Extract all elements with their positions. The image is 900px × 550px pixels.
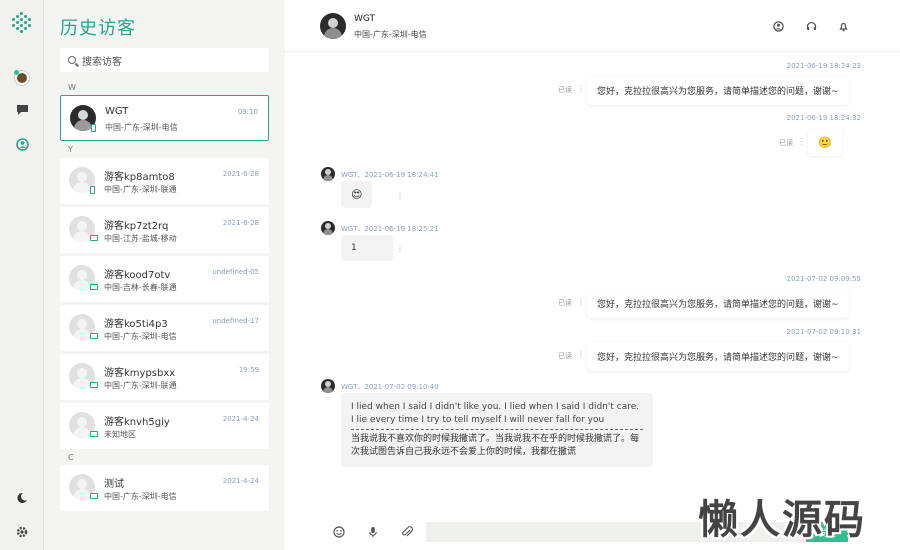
visitor-location: 中国-广东-深圳-电信 — [104, 492, 177, 501]
desktop-icon — [90, 235, 98, 241]
user-avatar[interactable] — [12, 68, 32, 88]
attachment-icon[interactable] — [400, 525, 414, 539]
message-sender: WGT、2021-07-02 09:10:40 — [341, 383, 439, 391]
read-status: 已读 — [558, 86, 572, 94]
group-letter: C — [68, 453, 74, 462]
visitor-name: 游客knvh5giy — [104, 417, 170, 428]
visitor-location: 中国-广东-深圳-联通 — [104, 381, 177, 390]
read-status: 已读 — [558, 299, 572, 307]
chat-visitor-location: 中国-广东-深圳-电信 — [354, 30, 427, 39]
visitor-name: 游客ko5ti4p3 — [104, 319, 168, 330]
visitor-name: 游客kp7zt2rq — [104, 221, 169, 232]
message-timestamp: 2021-06-19 18:24:32 — [786, 114, 861, 122]
visitor-location: 中国-广东-深圳-联通 — [104, 185, 177, 194]
visitor-time: 09:10 — [237, 108, 258, 116]
left-rail — [0, 0, 44, 550]
visitor-location: 中国-吉林-长春-联通 — [104, 283, 177, 292]
avatar — [321, 221, 335, 235]
message-bubble: 🙂 — [808, 129, 842, 156]
message-text-cn: 当我说我不喜欢你的时候我撒谎了。当我说我不在乎的时候我撒谎了。每次我试图告诉自己… — [351, 434, 640, 457]
visitor-panel: 历史访客 搜索访客 W WGT 中国-广东-深圳-电信 09:10 Y 游客kp… — [44, 0, 285, 550]
avatar — [321, 167, 335, 181]
desktop-icon — [90, 284, 98, 290]
watermark-logo: 懒人源码 — [698, 497, 866, 543]
headset-icon[interactable] — [805, 20, 817, 32]
message-bubble: 您好，克拉拉很高兴为您服务，请简单描述您的问题，谢谢~ — [587, 289, 849, 318]
phone-icon — [90, 186, 95, 194]
desktop-icon — [90, 431, 98, 437]
avatar — [320, 13, 346, 39]
phone-icon — [91, 124, 96, 132]
search-icon — [68, 56, 76, 64]
visitor-card[interactable]: 游客kood7otv 中国-吉林-长春-联通 undefined-05 — [60, 256, 269, 302]
chat-area: WGT 中国-广东-深圳-电信 2021-06-19 18:24:23 已读 ⋮… — [285, 0, 900, 550]
chat-icon[interactable] — [12, 100, 32, 120]
more-icon[interactable]: ⋮ — [577, 297, 585, 306]
visitor-card[interactable]: 游客kp7zt2rq 中国-江苏-盐城-移动 2021-6-28 — [60, 207, 269, 253]
message-bubble: 您好，克拉拉很高兴为您服务，请简单描述您的问题，谢谢~ — [587, 76, 849, 105]
visitor-card[interactable]: 游客kmypsbxx 中国-广东-深圳-联通 19:59 — [60, 354, 269, 400]
visitor-location: 未知地区 — [104, 430, 136, 439]
visitor-time: 2021-4-24 — [222, 415, 259, 423]
dark-mode-icon[interactable] — [12, 488, 32, 508]
message-bubble: 😍 — [341, 181, 373, 208]
settings-icon[interactable] — [12, 522, 32, 542]
visitor-time: 2021-6-28 — [222, 219, 259, 227]
message-bubble: 1 — [341, 235, 393, 261]
group-letter: W — [68, 83, 76, 92]
avatar — [321, 379, 335, 393]
group-letter: Y — [68, 145, 73, 154]
bell-icon[interactable] — [837, 20, 849, 32]
visitor-history-icon[interactable] — [12, 134, 32, 154]
emoji-icon[interactable] — [332, 525, 346, 539]
visitor-name: 游客kp8amto8 — [104, 172, 175, 183]
visitor-time: undefined-05 — [212, 268, 259, 276]
visitor-card[interactable]: 游客knvh5giy 未知地区 2021-4-24 — [60, 403, 269, 449]
visitor-time: 2021-6-28 — [222, 170, 259, 178]
microphone-icon[interactable] — [366, 525, 380, 539]
user-info-icon[interactable] — [772, 20, 784, 32]
message-bubble: I lied when I said I didn't like you. I … — [341, 393, 653, 467]
message-timestamp: 2021-06-19 18:24:23 — [786, 62, 861, 70]
search-placeholder: 搜索访客 — [82, 56, 122, 68]
visitor-card[interactable]: WGT 中国-广东-深圳-电信 09:10 — [60, 95, 269, 141]
read-status: 已读 — [558, 352, 572, 360]
visitor-location: 中国-广东-深圳-电信 — [105, 123, 178, 132]
read-status: 已读 — [779, 139, 793, 147]
more-icon[interactable]: ⋮ — [577, 84, 585, 93]
visitor-card[interactable]: 测试 中国-广东-深圳-电信 2021-4-24 — [60, 465, 269, 511]
visitor-name: 游客kmypsbxx — [104, 368, 176, 379]
page-title: 历史访客 — [60, 18, 136, 39]
search-input[interactable]: 搜索访客 — [60, 48, 269, 72]
visitor-card[interactable]: 游客kp8amto8 中国-广东-深圳-联通 2021-6-28 — [60, 158, 269, 204]
visitor-time: 19:59 — [238, 366, 259, 374]
visitor-location: 中国-江苏-盐城-移动 — [104, 234, 177, 243]
desktop-icon — [90, 493, 98, 499]
message-text-en: I lied when I said I didn't like you. I … — [351, 401, 643, 430]
visitor-name: 游客kood7otv — [104, 270, 171, 281]
visitor-time: 2021-4-24 — [222, 477, 259, 485]
app-logo-icon — [12, 12, 32, 33]
visitor-location: 中国-广东-深圳-电信 — [104, 332, 177, 341]
more-icon[interactable]: ⋮ — [396, 191, 404, 200]
visitor-time: undefined-17 — [212, 317, 259, 325]
visitor-name: WGT — [105, 106, 129, 117]
more-icon[interactable]: ⋮ — [396, 244, 404, 253]
message-timestamp: 2021-07-02 09:09:55 — [786, 275, 861, 283]
more-icon[interactable]: ⋮ — [577, 350, 585, 359]
message-sender: WGT、2021-06-19 18:24:41 — [341, 171, 439, 179]
message-sender: WGT、2021-06-19 18:25:21 — [341, 225, 439, 233]
desktop-icon — [90, 333, 98, 339]
desktop-icon — [90, 382, 98, 388]
chat-header: WGT 中国-广东-深圳-电信 — [285, 0, 900, 52]
message-bubble: 您好，克拉拉很高兴为您服务，请简单描述您的问题，谢谢~ — [587, 342, 849, 371]
message-timestamp: 2021-07-02 09:10:31 — [786, 328, 861, 336]
visitor-name: 测试 — [104, 479, 124, 490]
visitor-card[interactable]: 游客ko5ti4p3 中国-广东-深圳-电信 undefined-17 — [60, 305, 269, 351]
more-icon[interactable]: ⋮ — [798, 137, 806, 146]
chat-visitor-name: WGT — [354, 14, 376, 24]
